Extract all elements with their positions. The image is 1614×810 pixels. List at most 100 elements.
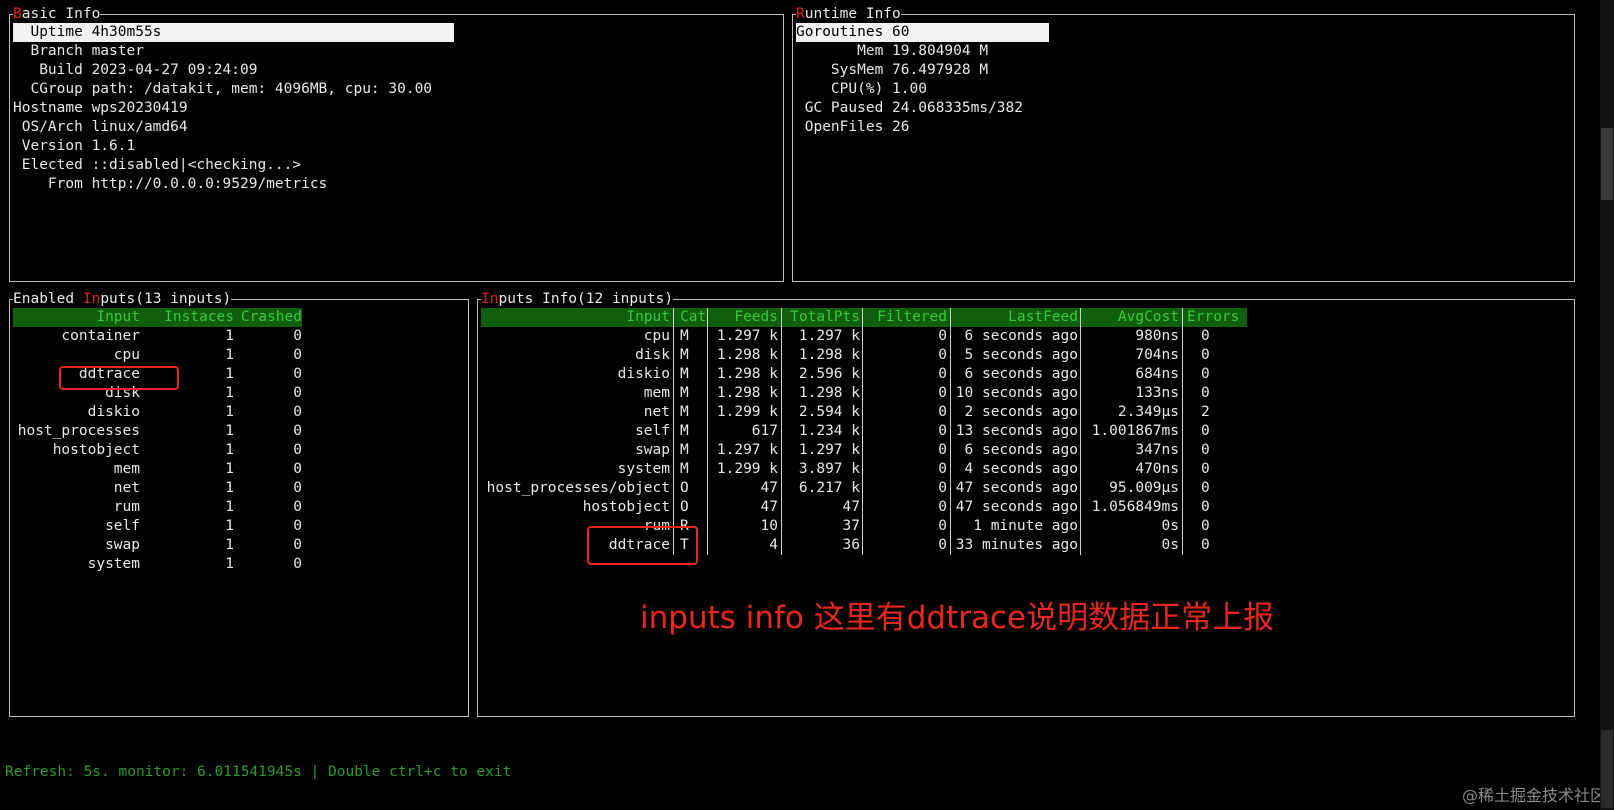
- table-cell: 0: [293, 537, 302, 553]
- column-separator: [707, 308, 708, 555]
- runtime-info-title: Runtime Info: [796, 5, 901, 23]
- table-cell: 0: [938, 347, 947, 363]
- ddtrace-highlight-right: [587, 526, 698, 565]
- table-cell: 1.297 k: [798, 442, 860, 458]
- table-cell: 1: [225, 556, 234, 572]
- table-cell: 1.297 k: [716, 328, 778, 344]
- table-cell: 2: [1201, 404, 1210, 420]
- column-header: Feeds: [734, 309, 778, 325]
- runtime-info-value: 1.00: [892, 81, 927, 97]
- table-cell: 1.298 k: [716, 347, 778, 363]
- table-cell: 1: [225, 499, 234, 515]
- table-cell: hostobject: [52, 442, 140, 458]
- table-row: self M 617 1.234 k 0 13 seconds ago 1.001867ms…: [481, 422, 1247, 441]
- runtime-info-label: Goroutines: [796, 24, 884, 40]
- table-cell: 0: [938, 366, 947, 382]
- table-cell: O: [680, 480, 689, 496]
- table-cell: 3.897 k: [798, 461, 860, 477]
- table-cell: 684ns: [1135, 366, 1179, 382]
- table-row: host_processes/object O 47 6.217 k 0 47 secon…: [481, 479, 1247, 498]
- column-header: Input: [96, 309, 140, 325]
- table-cell: 1.298 k: [798, 385, 860, 401]
- table-cell: 0: [293, 518, 302, 534]
- basic-info-label: Uptime: [13, 24, 83, 40]
- table-cell: 13 seconds ago: [955, 423, 1078, 439]
- table-cell: M: [680, 366, 689, 382]
- basic-info-row: Build 2023-04-27 09:24:09: [13, 61, 257, 80]
- table-cell: 6 seconds ago: [964, 328, 1079, 344]
- scrollbar[interactable]: [1600, 0, 1614, 810]
- table-cell: 0: [1201, 480, 1210, 496]
- basic-info-label: Hostname: [13, 100, 83, 116]
- basic-info-value: 4h30m55s: [91, 24, 162, 40]
- table-cell: 0: [938, 499, 947, 515]
- table-cell: 0s: [1161, 518, 1179, 534]
- scrollbar-lower-thumb[interactable]: [1601, 730, 1613, 808]
- table-cell: 0: [293, 556, 302, 572]
- table-cell: 0: [293, 499, 302, 515]
- annotation-text: inputs info 这里有ddtrace说明数据正常上报: [640, 600, 1275, 636]
- column-separator: [673, 308, 674, 555]
- enabled-inputs-table: Input Instaces Crashed container 1 0 cpu 1 0 ddtr…: [13, 308, 302, 574]
- table-cell: container: [61, 328, 140, 344]
- scrollbar-thumb[interactable]: [1601, 128, 1613, 200]
- column-separator: [1080, 308, 1081, 555]
- table-cell: 470ns: [1135, 461, 1179, 477]
- basic-info-label: OS/Arch: [13, 119, 83, 135]
- table-cell: net: [113, 480, 140, 496]
- basic-info-label: Version: [13, 138, 83, 154]
- table-cell: 0: [1201, 442, 1210, 458]
- table-cell: 1.298 k: [716, 385, 778, 401]
- table-cell: 0: [1201, 423, 1210, 439]
- basic-info-row: Elected ::disabled|<checking...>: [13, 156, 301, 175]
- table-cell: O: [680, 499, 689, 515]
- runtime-info-row: GC Paused 24.068335ms/382: [796, 99, 1023, 118]
- runtime-info-value: 24.068335ms/382: [892, 100, 1023, 116]
- table-cell: 347ns: [1135, 442, 1179, 458]
- column-separator: [950, 308, 951, 555]
- table-cell: 2.596 k: [798, 366, 860, 382]
- table-cell: 6 seconds ago: [964, 442, 1079, 458]
- table-cell: 47 seconds ago: [955, 480, 1078, 496]
- table-cell: 0s: [1161, 537, 1179, 553]
- runtime-info-row: Mem 19.804904 M: [796, 42, 988, 61]
- basic-info-value: 1.6.1: [91, 138, 136, 154]
- runtime-info-row: CPU(%) 1.00: [796, 80, 927, 99]
- basic-info-row: Branch master: [13, 42, 144, 61]
- table-cell: 0: [1201, 328, 1210, 344]
- column-header: LastFeed: [1008, 309, 1078, 325]
- table-row: rum 1 0: [13, 498, 302, 517]
- table-cell: mem: [113, 461, 140, 477]
- table-cell: self: [105, 518, 140, 534]
- table-cell: 0: [938, 423, 947, 439]
- table-cell: hostobject: [582, 499, 670, 515]
- table-cell: 1.299 k: [716, 404, 778, 420]
- runtime-info-label: GC Paused: [796, 100, 884, 116]
- basic-info-value: http://0.0.0.0:9529/metrics: [91, 176, 328, 192]
- table-cell: 95.009µs: [1109, 480, 1179, 496]
- table-row: hostobject 1 0: [13, 441, 302, 460]
- runtime-info-value: 19.804904 M: [892, 43, 989, 59]
- table-cell: 2.594 k: [798, 404, 860, 420]
- table-cell: 1: [225, 461, 234, 477]
- table-cell: 617: [751, 423, 778, 439]
- table-cell: 1: [225, 442, 234, 458]
- runtime-info-label: CPU(%): [796, 81, 884, 97]
- table-header-row: Input Cat Feeds TotalPts Filtered LastFeed Avg…: [481, 308, 1247, 327]
- column-header: Errors: [1187, 309, 1240, 325]
- table-cell: 10 seconds ago: [955, 385, 1078, 401]
- basic-info-label: From: [13, 176, 83, 192]
- table-row: diskio M 1.298 k 2.596 k 0 6 seconds ago 684ns…: [481, 365, 1247, 384]
- table-cell: 2.349µs: [1117, 404, 1179, 420]
- column-separator: [862, 308, 863, 555]
- table-cell: M: [680, 442, 689, 458]
- table-cell: M: [680, 404, 689, 420]
- table-cell: 1.299 k: [716, 461, 778, 477]
- table-cell: 6 seconds ago: [964, 366, 1079, 382]
- table-cell: 36: [842, 537, 860, 553]
- table-cell: host_processes: [17, 423, 140, 439]
- table-cell: 0: [1201, 537, 1210, 553]
- table-row: host_processes 1 0: [13, 422, 302, 441]
- table-row: swap M 1.297 k 1.297 k 0 6 seconds ago 347ns 0: [481, 441, 1247, 460]
- watermark: @稀土掘金技术社区: [1461, 786, 1606, 805]
